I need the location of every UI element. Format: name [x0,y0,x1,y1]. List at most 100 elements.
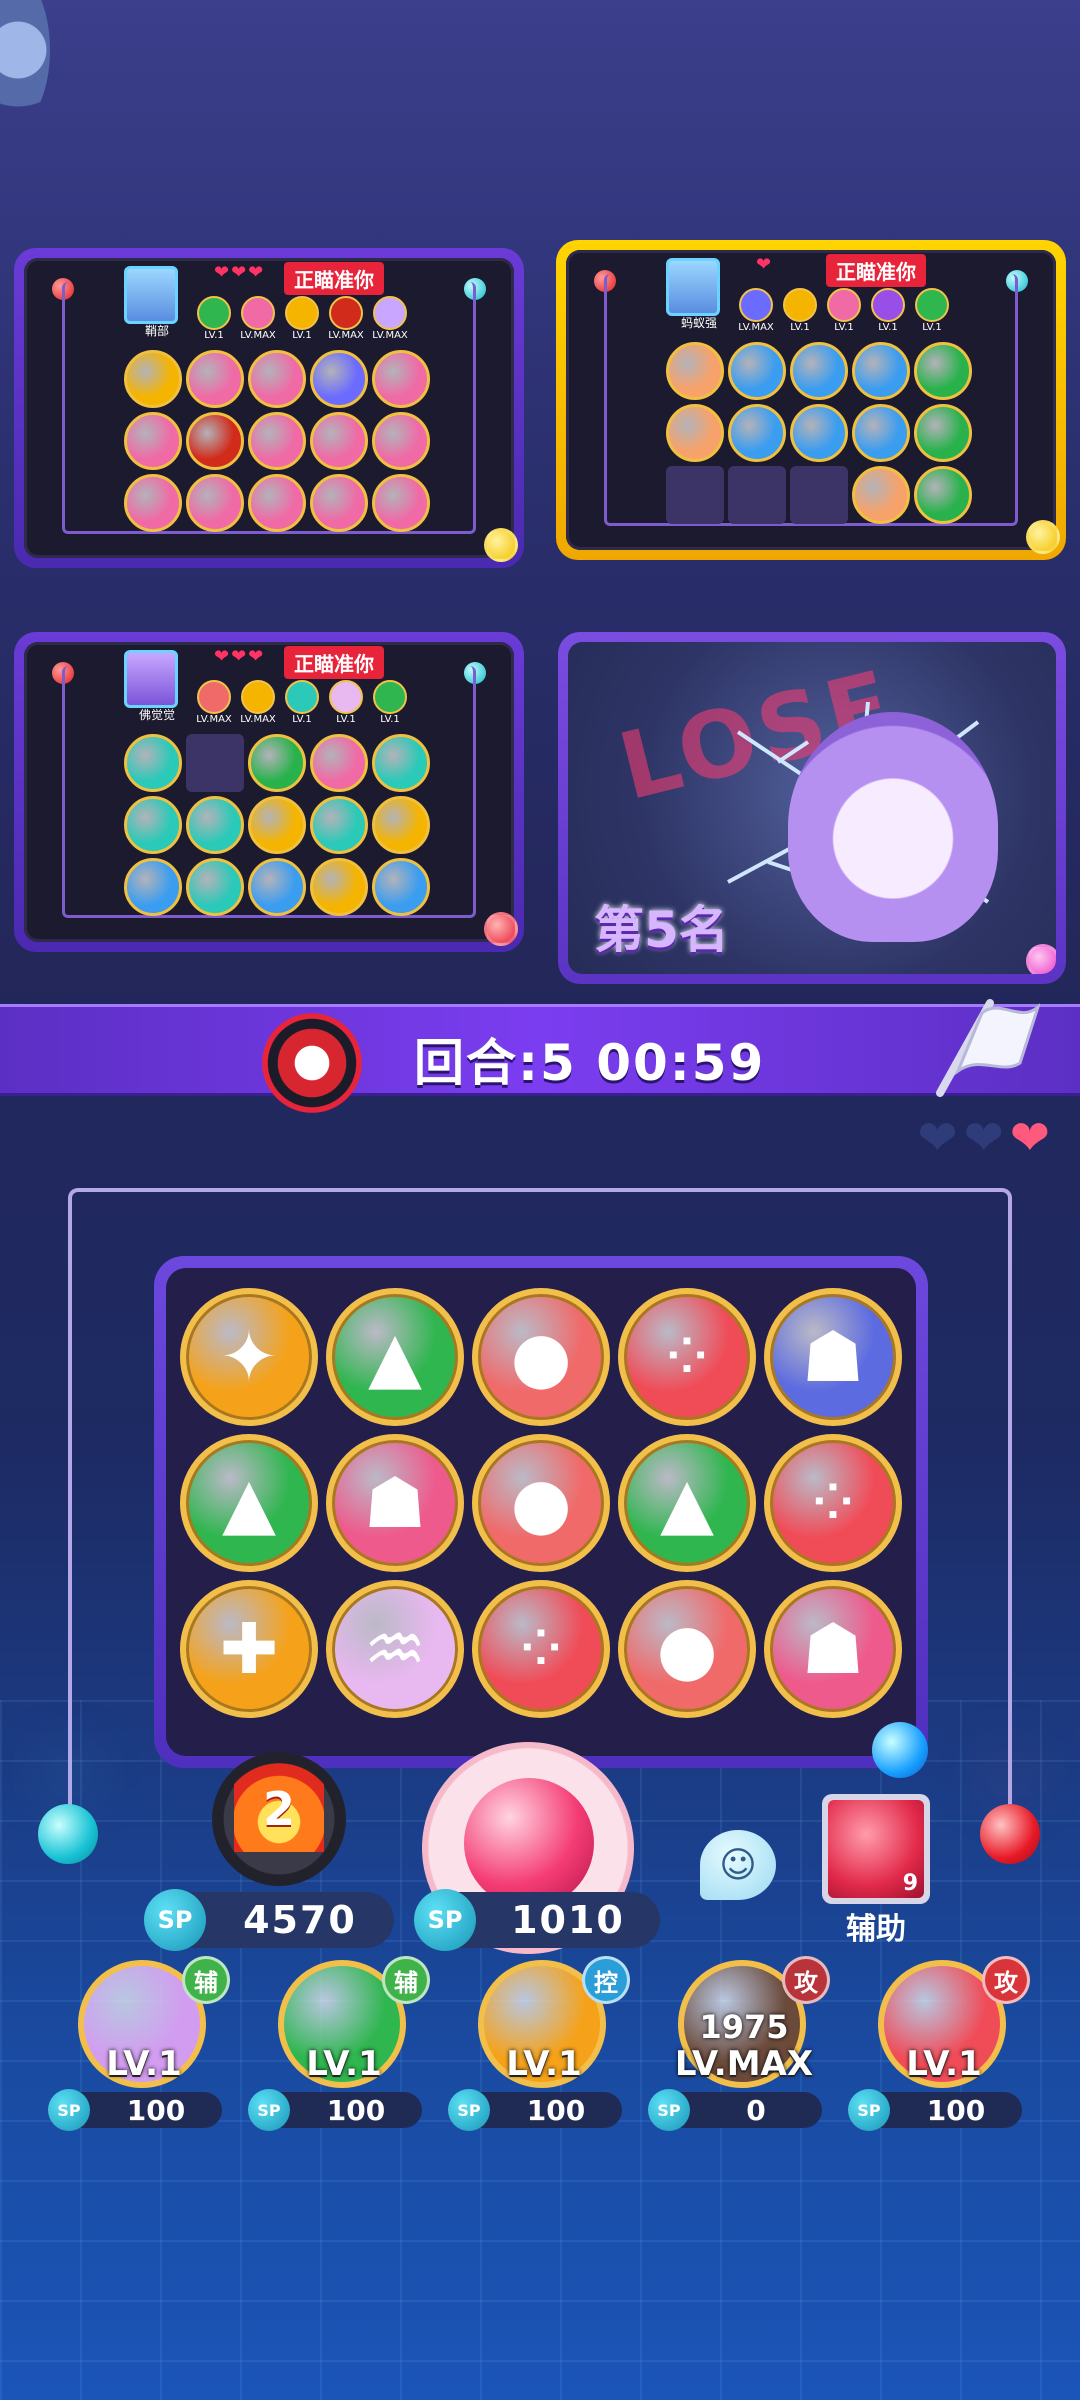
fire-level-badge[interactable]: 2 [212,1752,346,1886]
grid-unit-icon [186,796,244,854]
opponent-avatar[interactable]: 蚂蚁强 [666,258,720,330]
empty-cell [790,466,848,524]
unit-level: LV.1 [906,2044,982,2084]
player-grid: ✦ ▲ ● ⁘ ☗ ▲ ☗ ● ▲ ⁘ ✚ ♒ ⁘ ● ☗ [166,1268,916,1756]
opponent-board-1[interactable]: 鞘部 ❤❤❤ 正瞄准你 LV.1 LV.MAX LV.1 LV.MAX LV.M… [14,248,524,568]
sp-icon: SP [248,2089,290,2131]
grid-unit-icon [124,796,182,854]
unit-sp-value: 0 [746,2093,766,2127]
tile-glyph: ⁘ [657,1316,717,1398]
targeting-tag: 正瞄准你 [284,262,384,295]
grid-unit-icon [248,858,306,916]
grid-unit-icon [248,350,306,408]
tile-glyph: ☗ [801,1608,865,1690]
grid-unit-icon [186,412,244,470]
tile-glyph: ✦ [219,1316,279,1398]
pink-dragon-icon[interactable]: ☗ [764,1580,902,1718]
tree-icon[interactable]: ▲ [326,1288,464,1426]
emote-button[interactable]: ☺ [700,1830,776,1900]
cross-orb-icon[interactable]: ✚ [180,1580,318,1718]
tree-icon[interactable]: ▲ [180,1434,318,1572]
grid-unit-icon [186,350,244,408]
opponent-board-3[interactable]: 佛觉觉 ❤❤❤ 正瞄准你 LV.MAX LV.MAX LV.1 LV.1 LV.… [14,632,524,952]
grid-unit-icon [372,474,430,532]
grid-unit-icon [790,342,848,400]
mini-unit: LV.MAX [194,680,234,725]
red-blob-icon[interactable]: ● [618,1580,756,1718]
team-slot-1[interactable]: 辅 LV.1 SP 100 [48,1956,244,2140]
opponent-name: 佛觉觉 [138,708,175,722]
mini-unit: LV.MAX [736,288,776,333]
opponent-avatar[interactable]: 佛觉觉 [124,650,178,722]
grid-unit-icon [372,412,430,470]
team-slot-5[interactable]: 攻 LV.1 SP 100 [848,1956,1044,2140]
grid-unit-icon [124,412,182,470]
grid-unit-icon [790,404,848,462]
red-blob-dots-icon[interactable]: ⁘ [472,1580,610,1718]
grid-unit-icon [914,466,972,524]
defeated-monster-icon [788,712,998,942]
unit-level: LV.1 [506,2044,582,2084]
mini-unit: LV.1 [194,296,234,341]
red-blob-icon[interactable]: ● [472,1434,610,1572]
fire-level: 2 [262,1782,295,1836]
grid-unit-icon [852,342,910,400]
role-badge: 攻 [982,1956,1030,2004]
team-slot-4[interactable]: 攻 1975 LV.MAX SP 0 [648,1956,844,2140]
opponent-team: LV.MAX LV.MAX LV.1 LV.1 LV.1 [194,680,410,725]
team-slot-2[interactable]: 辅 LV.1 SP 100 [248,1956,444,2140]
player-board: ✦ ▲ ● ⁘ ☗ ▲ ☗ ● ▲ ⁘ ✚ ♒ ⁘ ● ☗ [154,1256,928,1768]
role-badge: 辅 [382,1956,430,2004]
opponent-name: 鞘部 [144,324,169,338]
grid-unit-icon [728,404,786,462]
tile-glyph: ⁘ [803,1462,863,1544]
pink-gem-icon [1026,944,1056,974]
settings-corner-icon[interactable] [0,0,50,130]
unit-sp: SP 100 [48,2089,222,2131]
sp-total: SP 4570 [144,1889,394,1951]
dragon-icon[interactable]: ☗ [764,1288,902,1426]
tile-glyph: ▲ [660,1462,714,1544]
red-blob-dots-icon[interactable]: ⁘ [764,1434,902,1572]
smile-icon: ☺ [719,1844,757,1886]
grid-unit-icon [124,474,182,532]
mini-unit: LV.MAX [326,296,366,341]
grid-unit-icon [310,858,368,916]
assist-label: 辅助 [846,1912,906,1947]
role-badge: 攻 [782,1956,830,2004]
assist-card[interactable]: 9 [822,1794,930,1904]
grid-unit-icon [852,466,910,524]
jellyfish-icon[interactable]: ♒ [326,1580,464,1718]
grid-unit-icon [666,404,724,462]
tile-glyph: ♒ [363,1608,427,1690]
red-blob-icon[interactable]: ● [472,1288,610,1426]
unit-sp-value: 100 [126,2093,186,2127]
grid-unit-icon [914,404,972,462]
opponent-hearts: ❤ [756,254,774,275]
grid-unit-icon [124,350,182,408]
opponent-hearts: ❤❤❤ [214,262,266,283]
yellow-gem-icon [1026,520,1060,554]
round-bar: 回合:5 00:59 [0,999,1080,1113]
star-burst-icon[interactable]: ✦ [180,1288,318,1426]
tree-icon[interactable]: ▲ [618,1434,756,1572]
unit-sp: SP 100 [848,2089,1022,2131]
unit-sp-value: 100 [326,2093,386,2127]
pink-dragon-icon[interactable]: ☗ [326,1434,464,1572]
opponent-header: 佛觉觉 [124,650,178,722]
opponent-board-2[interactable]: 蚂蚁强 ❤ 正瞄准你 LV.MAX LV.1 LV.1 LV.1 LV.1 [556,240,1066,560]
team-slot-3[interactable]: 控 LV.1 SP 100 [448,1956,644,2140]
summon-orb-icon [464,1778,594,1908]
unit-sp-value: 100 [526,2093,586,2127]
red-blob-dots-icon[interactable]: ⁘ [618,1288,756,1426]
mini-unit: LV.1 [370,680,410,725]
eliminated-panel: LOSE 第5名 [558,632,1066,984]
sp-icon: SP [448,2089,490,2131]
grid-unit-icon [310,350,368,408]
fire-orb-icon: 9 [828,1800,924,1898]
mini-unit: LV.1 [282,296,322,341]
mini-unit: LV.1 [780,288,820,333]
opponent-avatar[interactable]: 鞘部 [124,266,178,338]
grid-unit-icon [186,858,244,916]
surrender-flag-icon[interactable] [920,993,1040,1103]
